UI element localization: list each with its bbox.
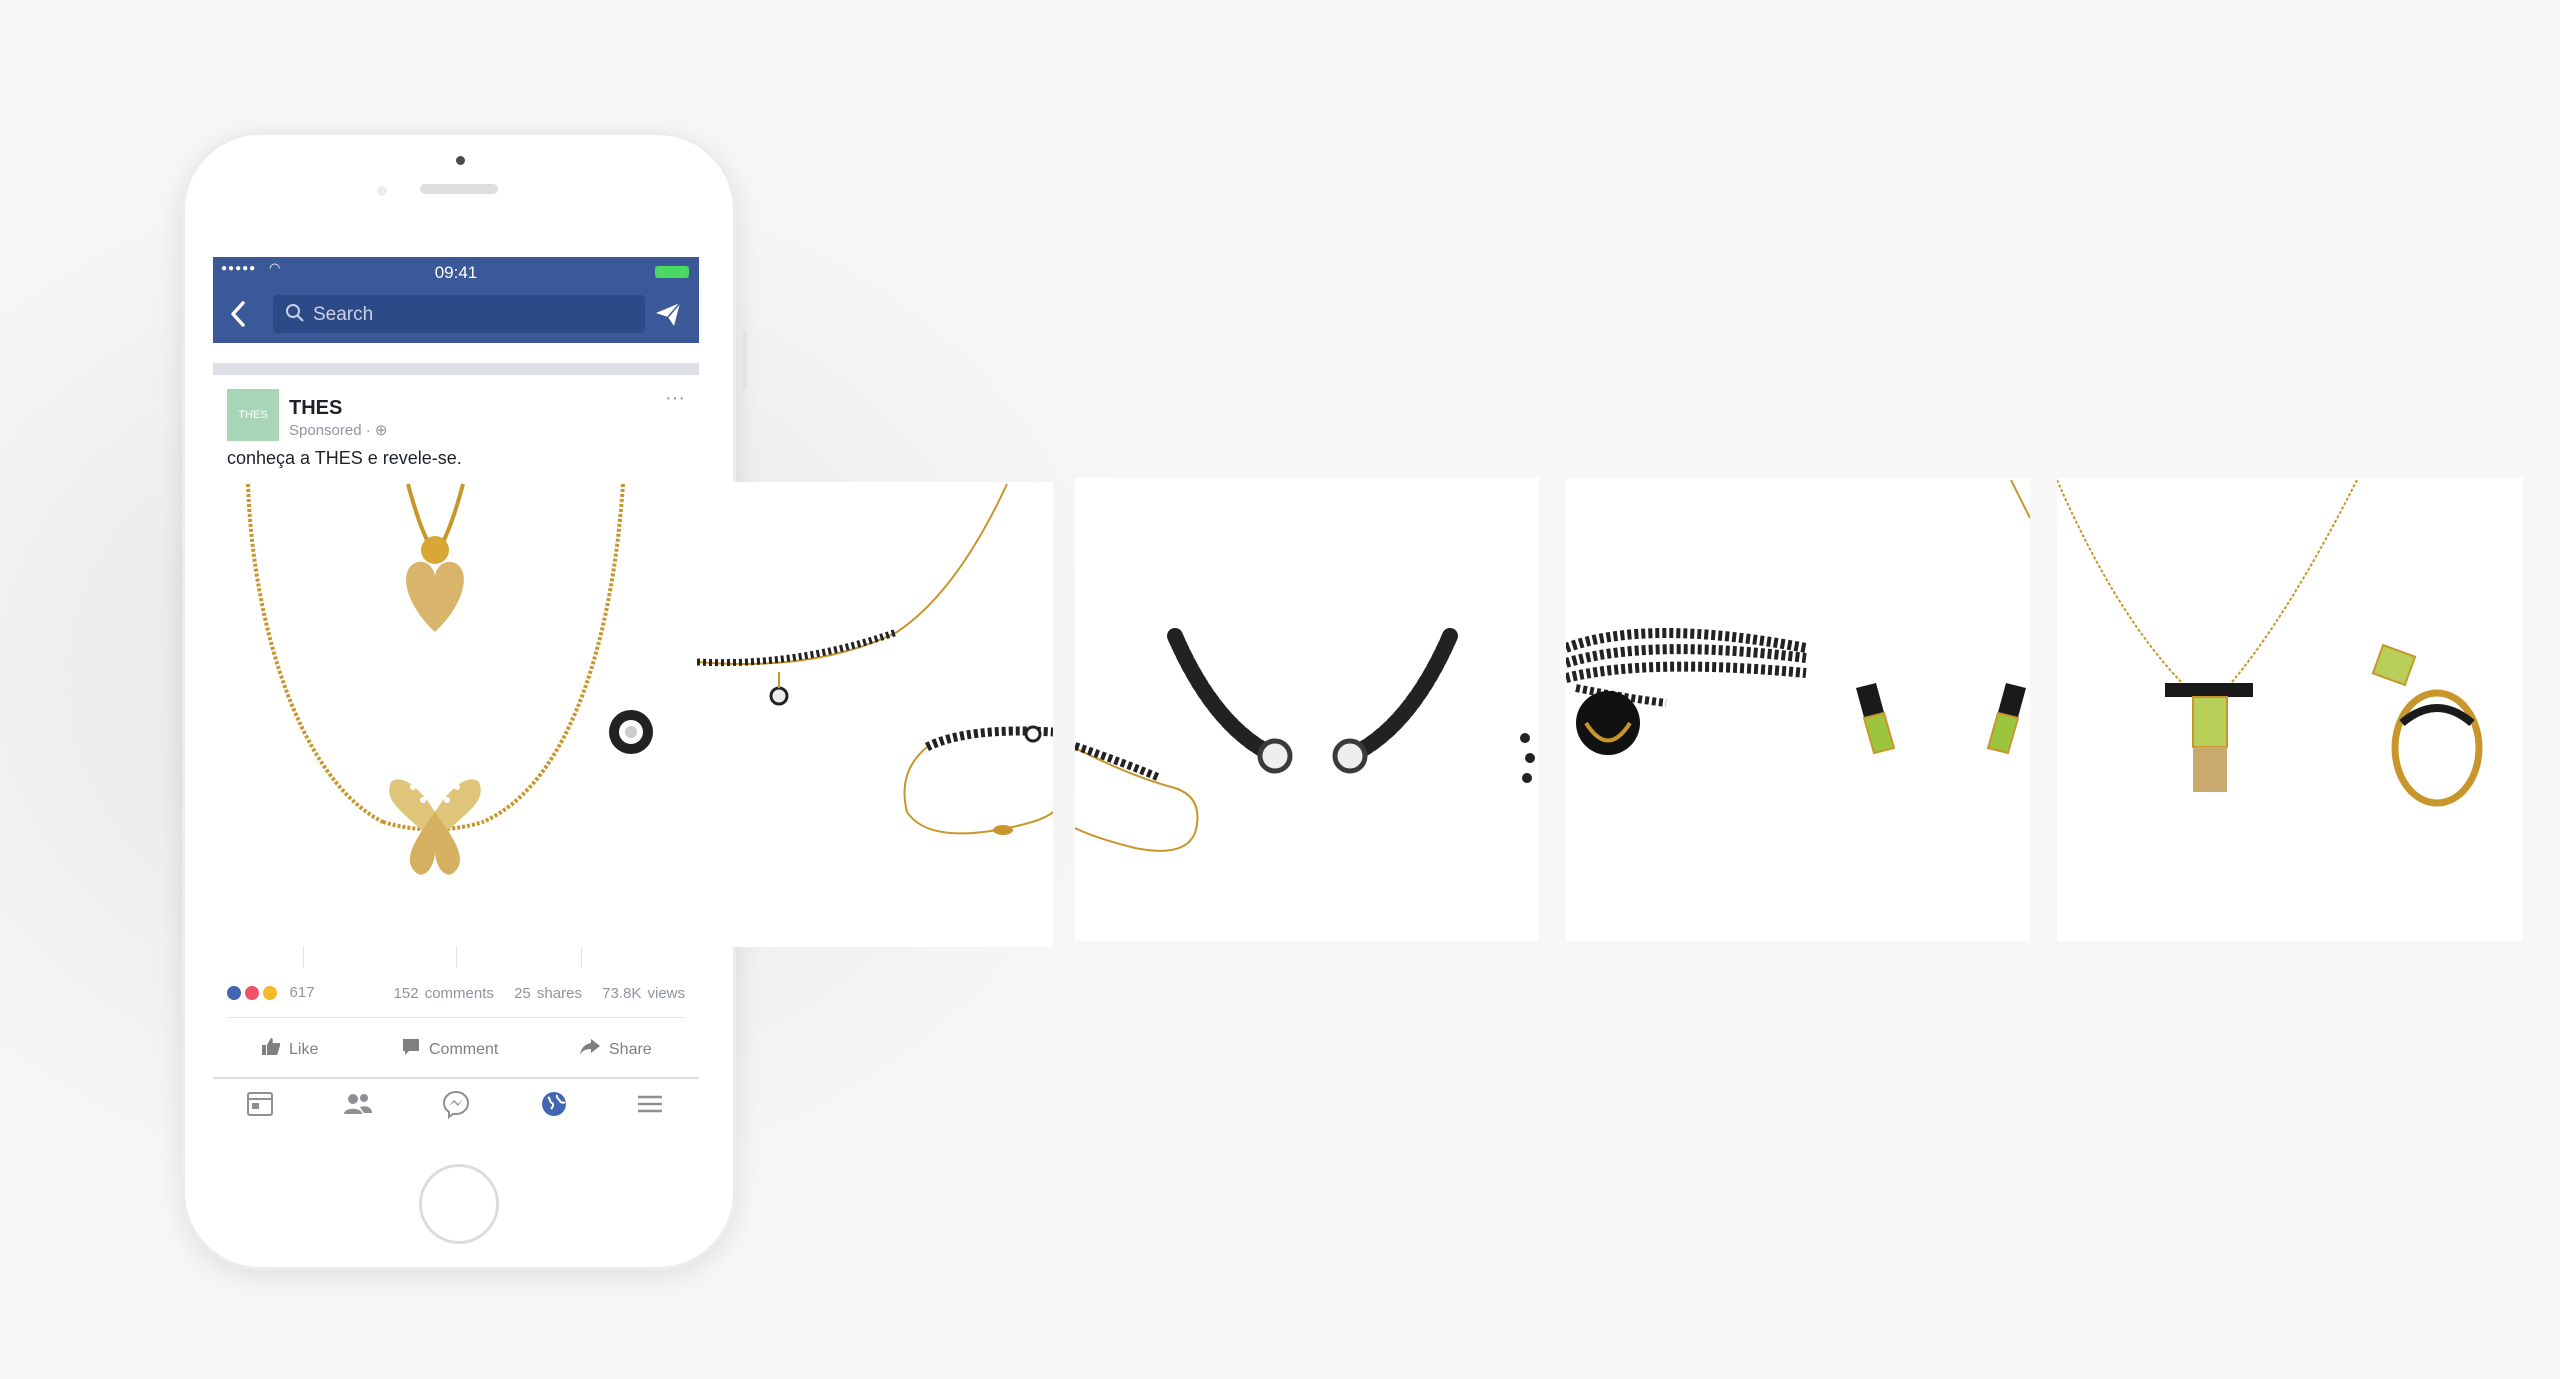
comment-label: Comment xyxy=(429,1041,499,1058)
share-arrow-icon xyxy=(579,1037,601,1062)
carousel-thumbnail-strip xyxy=(213,946,680,968)
sponsored-label: Sponsored · ⊕ xyxy=(289,421,387,439)
top-nav-bar: Search xyxy=(213,287,699,343)
status-time: 09:41 xyxy=(434,263,478,282)
post-text: conheça a THES e revele-se. xyxy=(227,448,462,468)
front-camera xyxy=(456,156,465,165)
carousel-card-4[interactable] xyxy=(1566,478,2030,941)
back-icon[interactable] xyxy=(227,299,249,335)
share-button[interactable]: Share xyxy=(579,1037,652,1062)
tab-news-feed-icon[interactable] xyxy=(245,1089,275,1119)
carousel-card-1[interactable] xyxy=(213,482,680,947)
comment-button[interactable]: Comment xyxy=(401,1037,498,1062)
share-label: Share xyxy=(609,1041,652,1058)
crescent-earrings-image xyxy=(1075,628,1535,852)
shares-count[interactable]: 25 shares xyxy=(514,985,582,1002)
page-name[interactable]: THES xyxy=(289,397,342,420)
tab-menu-icon[interactable] xyxy=(635,1089,665,1119)
status-bar: ●●●●● ◠ 09:41 xyxy=(213,257,699,287)
search-input[interactable]: Search xyxy=(273,295,645,333)
carousel-card-3[interactable] xyxy=(1075,478,1539,941)
like-reaction-icon xyxy=(225,984,243,1003)
comments-count[interactable]: 152 comments xyxy=(394,985,494,1002)
reactions-count: 617 xyxy=(289,984,315,1001)
reactions-summary[interactable]: 617 xyxy=(225,984,315,1003)
tab-globe-icon[interactable] xyxy=(539,1089,569,1119)
carousel-card-2[interactable] xyxy=(697,482,1053,947)
avatar[interactable]: THES xyxy=(227,389,279,441)
peridot-pendant-ring-image xyxy=(2057,479,2483,807)
proximity-sensor xyxy=(377,186,387,196)
feed-divider xyxy=(213,363,699,375)
tab-friends-icon[interactable] xyxy=(342,1089,372,1119)
globe-icon: ⊕ xyxy=(374,422,388,439)
like-label: Like xyxy=(289,1041,319,1058)
views-count: 73.8K views xyxy=(602,985,685,1002)
sponsored-text: Sponsored · xyxy=(289,422,375,439)
earpiece-speaker xyxy=(420,184,498,194)
diamond-bar-necklace-image xyxy=(697,483,1053,835)
comment-icon xyxy=(401,1037,421,1062)
like-button[interactable]: Like xyxy=(261,1037,318,1062)
thumbs-up-icon xyxy=(261,1037,281,1062)
wow-reaction-icon xyxy=(261,984,280,1003)
actions-divider xyxy=(227,1017,685,1018)
engagement-counts: 152 comments 25 shares 73.8K views xyxy=(380,985,685,1002)
tab-messenger-icon[interactable] xyxy=(441,1089,471,1119)
side-button xyxy=(742,330,747,390)
gold-necklaces-image xyxy=(246,483,653,875)
more-icon[interactable]: ··· xyxy=(665,387,685,410)
tab-bar-divider xyxy=(213,1077,699,1079)
battery-icon xyxy=(655,266,689,278)
carousel-card-5[interactable] xyxy=(2057,478,2523,941)
search-placeholder: Search xyxy=(313,304,374,325)
send-icon[interactable] xyxy=(653,299,683,334)
search-icon xyxy=(285,303,305,329)
love-reaction-icon xyxy=(243,984,262,1003)
home-button[interactable] xyxy=(419,1164,499,1244)
black-bead-necklace-image xyxy=(1566,479,2030,755)
